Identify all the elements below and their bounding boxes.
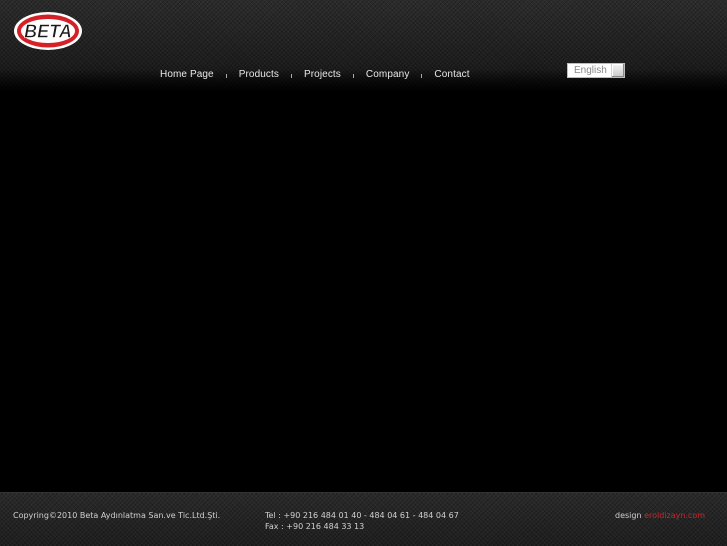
telephone-text: Tel : +90 216 484 01 40 - 484 04 61 - 48… [265,511,459,520]
beta-logo-icon: BETA [14,12,82,50]
language-select[interactable]: English [567,63,625,78]
main-nav: Home Page Products Projects Company Cont… [148,66,482,82]
fax-text: Fax : +90 216 484 33 13 [265,522,365,531]
footer: Copyring©2010 Beta Aydınlatma San.ve Tic… [0,492,727,546]
header: BETA Home Page Products Projects Company… [0,0,727,92]
dropdown-button-icon[interactable] [611,64,624,77]
language-selected-value: English [574,65,607,76]
main-content [0,92,727,492]
copyright-text: Copyring©2010 Beta Aydınlatma San.ve Tic… [13,511,221,520]
nav-item-contact[interactable]: Contact [422,69,481,80]
nav-item-company[interactable]: Company [354,69,422,80]
beta-logo[interactable]: BETA [12,10,84,52]
design-credit: design eroldizayn.com [615,511,705,520]
design-credit-link[interactable]: eroldizayn.com [644,511,705,520]
nav-item-home-page[interactable]: Home Page [148,69,226,80]
nav-item-projects[interactable]: Projects [292,69,353,80]
nav-item-products[interactable]: Products [227,69,291,80]
design-label: design [615,511,642,520]
logo-text: BETA [24,22,72,42]
